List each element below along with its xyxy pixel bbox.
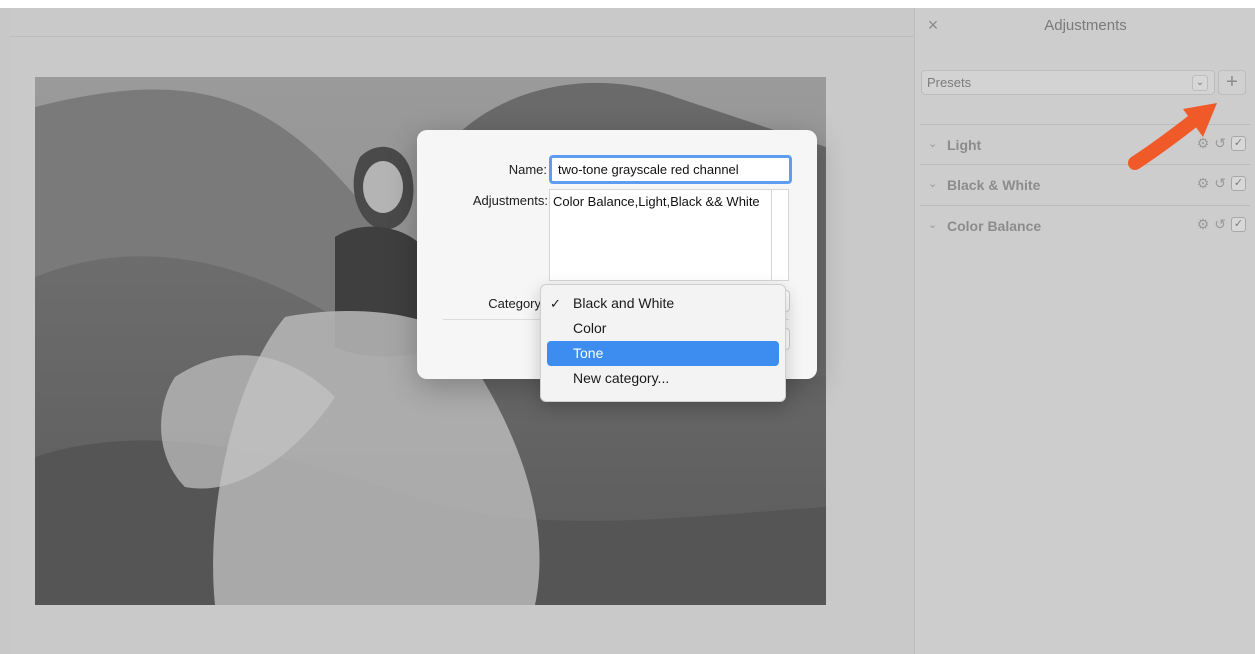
reset-icon[interactable]: ↺ [1214, 216, 1226, 233]
top-strip [0, 0, 1255, 8]
enabled-checkbox[interactable]: ✓ [1231, 176, 1246, 191]
gear-icon[interactable]: ⚙ [1197, 216, 1210, 233]
panel-title: Adjustments [1044, 17, 1127, 34]
section-controls: ⚙ ↺ ✓ [1197, 175, 1246, 192]
adjustments-scrollbar[interactable] [771, 190, 772, 280]
adjustments-label: Adjustments: [472, 193, 548, 208]
menu-item-new-category[interactable]: New category... [547, 366, 779, 391]
menu-item-tone[interactable]: Tone [547, 341, 779, 366]
toolbar-divider [10, 36, 914, 37]
annotation-arrow-icon [1128, 103, 1217, 170]
checkmark-icon: ✓ [550, 296, 561, 311]
presets-select[interactable]: Presets ⌄ [921, 70, 1215, 95]
category-label: Category [488, 296, 541, 311]
menu-item-label: Color [573, 320, 607, 336]
menu-item-label: Black and White [573, 295, 675, 311]
name-label: Name: [508, 162, 547, 177]
menu-item-black-and-white[interactable]: ✓ Black and White [547, 291, 779, 316]
menu-item-label: New category... [573, 370, 670, 386]
adjustments-list[interactable]: Color Balance,Light,Black && White [549, 189, 789, 281]
presets-label: Presets [927, 75, 972, 90]
enabled-checkbox[interactable]: ✓ [1231, 217, 1246, 232]
reset-icon[interactable]: ↺ [1214, 175, 1226, 192]
gear-icon[interactable]: ⚙ [1197, 175, 1210, 192]
preset-name-field[interactable]: two-tone grayscale red channel [549, 155, 792, 184]
panel-header: × Adjustments [915, 8, 1255, 44]
chevron-down-icon[interactable]: ⌄ [928, 137, 937, 150]
menu-item-color[interactable]: Color [547, 316, 779, 341]
section-label: Black & White [947, 177, 1041, 193]
menu-item-label: Tone [573, 345, 604, 361]
section-label: Light [947, 137, 982, 153]
chevron-down-icon[interactable]: ⌄ [928, 218, 937, 231]
section-controls: ⚙ ↺ ✓ [1197, 216, 1246, 233]
chevron-down-icon[interactable]: ⌄ [928, 177, 937, 190]
add-preset-button[interactable]: + [1218, 70, 1246, 95]
category-menu: ✓ Black and White Color Tone New categor… [540, 284, 786, 402]
section-color-balance[interactable]: ⌄ Color Balance ⚙ ↺ ✓ [920, 205, 1250, 245]
chevron-down-icon[interactable]: ⌄ [1192, 75, 1208, 91]
section-label: Color Balance [947, 218, 1042, 234]
enabled-checkbox[interactable]: ✓ [1231, 136, 1246, 151]
